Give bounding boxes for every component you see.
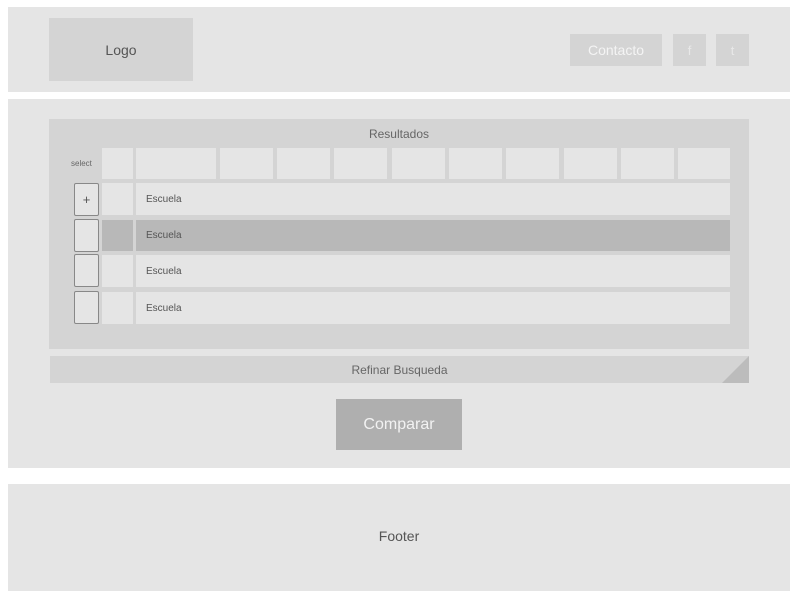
- results-panel: Resultados select + Escuela Escuela Escu…: [49, 119, 749, 349]
- results-title: Resultados: [368, 127, 430, 141]
- row-label: Escuela: [146, 230, 182, 241]
- header-cell: [136, 148, 216, 179]
- table-row-selected[interactable]: Escuela: [136, 220, 730, 251]
- table-row[interactable]: Escuela: [136, 183, 730, 215]
- header-cell: [564, 148, 617, 179]
- header-cell: [392, 148, 445, 179]
- table-row[interactable]: Escuela: [136, 255, 730, 287]
- header-cell: [678, 148, 730, 179]
- header-cell: [334, 148, 387, 179]
- compare-button[interactable]: Comparar: [336, 399, 462, 450]
- row-checkbox[interactable]: [74, 291, 99, 324]
- header: Logo Contacto f t: [8, 7, 790, 92]
- contact-label: Contacto: [587, 42, 645, 58]
- logo[interactable]: Logo: [49, 18, 193, 81]
- row-cell: [102, 292, 133, 324]
- contact-button[interactable]: Contacto: [570, 34, 662, 66]
- compare-label: Comparar: [363, 415, 435, 433]
- facebook-button[interactable]: f: [673, 34, 706, 66]
- main-content: Resultados select + Escuela Escuela Escu…: [8, 99, 790, 468]
- row-cell: [102, 183, 133, 215]
- plus-icon: +: [82, 192, 91, 207]
- refine-search-label: Refinar Busqueda: [351, 362, 448, 377]
- row-label: Escuela: [146, 193, 182, 205]
- header-cell: [277, 148, 330, 179]
- footer: Footer: [8, 484, 790, 591]
- row-label: Escuela: [146, 302, 182, 314]
- select-column-label: select: [71, 159, 92, 168]
- row-cell-selected: [102, 220, 133, 251]
- logo-label: Logo: [105, 41, 137, 58]
- row-checkbox[interactable]: [74, 254, 99, 287]
- expand-corner-icon[interactable]: [722, 356, 749, 383]
- twitter-icon: t: [730, 42, 735, 58]
- twitter-button[interactable]: t: [716, 34, 749, 66]
- header-cell: [449, 148, 502, 179]
- table-row[interactable]: Escuela: [136, 292, 730, 324]
- header-cell: [220, 148, 273, 179]
- header-cell: [102, 148, 133, 179]
- facebook-icon: f: [687, 42, 692, 58]
- row-label: Escuela: [146, 265, 182, 277]
- refine-search-bar[interactable]: Refinar Busqueda: [50, 356, 749, 383]
- row-cell: [102, 255, 133, 287]
- row-checkbox[interactable]: [74, 219, 99, 252]
- footer-label: Footer: [378, 528, 420, 544]
- row-expand-checkbox[interactable]: +: [74, 183, 99, 216]
- header-cell: [621, 148, 674, 179]
- header-cell: [506, 148, 559, 179]
